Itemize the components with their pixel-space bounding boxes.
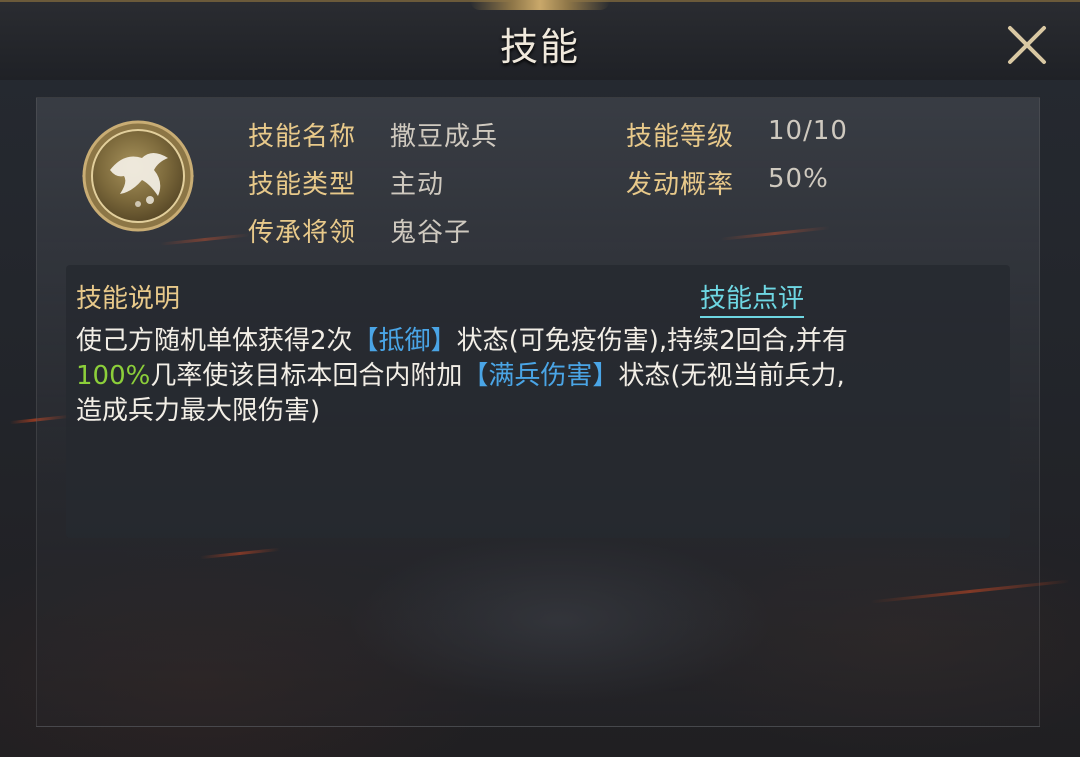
close-icon	[1008, 26, 1046, 64]
description-segment: 状态(可免疫伤害),持续2回合,并有	[456, 326, 848, 356]
description-segment: 造成兵力最大限伤害)	[76, 396, 321, 426]
trigger-rate-value: 50%	[768, 164, 829, 194]
skill-soldier-icon	[82, 120, 194, 232]
skill-level-value: 10/10	[768, 116, 848, 146]
inherit-general-label: 传承将领	[248, 218, 357, 248]
description-text: 使己方随机单体获得2次【抵御】状态(可免疫伤害),持续2回合,并有 100%几率…	[76, 324, 996, 429]
skill-name-label: 技能名称	[248, 122, 357, 152]
close-button[interactable]	[1004, 22, 1050, 68]
description-segment: 使己方随机单体获得2次	[76, 326, 353, 356]
skill-type-label: 技能类型	[248, 170, 357, 200]
inherit-general-value: 鬼谷子	[390, 218, 472, 248]
title-bar: 技能	[0, 0, 1080, 80]
skill-review-link[interactable]: 技能点评	[700, 278, 805, 318]
keyword-defense: 【抵御】	[352, 326, 457, 356]
description-line: 100%几率使该目标本回合内附加【满兵伤害】状态(无视当前兵力,	[76, 359, 996, 394]
skill-detail-screen: 技能 技能名称 撒豆成兵 技能类型 主动 传承将领 鬼谷子 技能等级 10/10…	[0, 0, 1080, 757]
title-ornament	[470, 0, 610, 10]
description-segment: 几率使该目标本回合内附加	[150, 361, 463, 391]
trigger-rate-label: 发动概率	[626, 170, 735, 200]
description-title: 技能说明	[76, 284, 181, 314]
keyword-full-troop-damage: 【满兵伤害】	[462, 361, 619, 391]
skill-level-label: 技能等级	[626, 122, 735, 152]
description-line: 造成兵力最大限伤害)	[76, 394, 996, 429]
page-title: 技能	[499, 25, 580, 69]
description-segment: 状态(无视当前兵力,	[618, 361, 845, 391]
skill-icon-badge	[80, 118, 196, 234]
percent-value: 100%	[76, 361, 151, 391]
description-line: 使己方随机单体获得2次【抵御】状态(可免疫伤害),持续2回合,并有	[76, 324, 996, 359]
skill-name-value: 撒豆成兵	[390, 122, 499, 152]
skill-type-value: 主动	[390, 170, 445, 200]
